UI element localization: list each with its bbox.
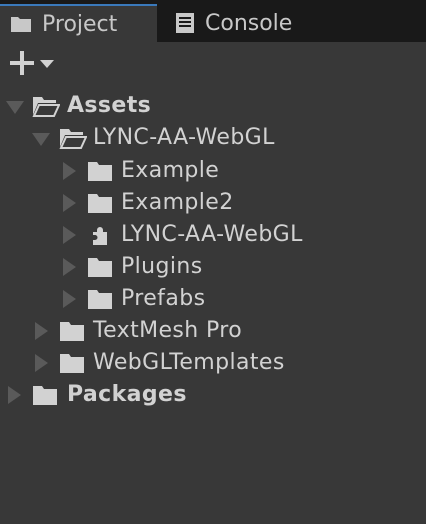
folder-icon	[87, 256, 113, 284]
collapsed-arrow-icon[interactable]	[63, 226, 76, 244]
open-folder-icon	[32, 95, 61, 123]
collapsed-arrow-icon[interactable]	[35, 354, 48, 372]
collapsed-arrow-icon[interactable]	[63, 162, 76, 180]
tab-project-label: Project	[42, 11, 118, 37]
create-button[interactable]	[8, 50, 60, 76]
folder-icon	[87, 192, 113, 220]
tree-item-packages[interactable]: Packages	[0, 379, 426, 411]
tree-item-label: LYNC-AA-WebGL	[121, 222, 303, 247]
tree-item-label: TextMesh Pro	[93, 318, 243, 343]
collapsed-arrow-icon[interactable]	[8, 386, 21, 404]
open-folder-icon	[59, 127, 88, 155]
chevron-down-icon	[40, 60, 54, 68]
folder-icon	[10, 15, 32, 33]
tab-console[interactable]: Console	[173, 4, 323, 42]
plus-icon	[10, 51, 34, 75]
folder-icon	[32, 384, 58, 412]
folder-icon	[59, 320, 85, 348]
tab-console-label: Console	[205, 10, 293, 36]
folder-icon	[59, 352, 85, 380]
puzzle-piece-icon	[90, 224, 110, 252]
tree-item-label: Example	[121, 158, 220, 183]
collapsed-arrow-icon[interactable]	[63, 290, 76, 308]
tree-item-label: Assets	[67, 93, 152, 118]
collapsed-arrow-icon[interactable]	[63, 258, 76, 276]
tree-item-textmesh-pro[interactable]: TextMesh Pro	[0, 315, 426, 347]
expand-arrow-icon[interactable]	[6, 101, 24, 114]
collapsed-arrow-icon[interactable]	[63, 194, 76, 212]
tree-item-lync-aa-webgl-folder[interactable]: LYNC-AA-WebGL	[0, 122, 426, 154]
folder-icon	[87, 160, 113, 188]
expand-arrow-icon[interactable]	[32, 133, 50, 146]
tree-item-prefabs[interactable]: Prefabs	[0, 283, 426, 315]
tree-item-lync-aa-webgl-assembly[interactable]: LYNC-AA-WebGL	[0, 219, 426, 251]
tree-item-label: LYNC-AA-WebGL	[93, 125, 275, 150]
folder-icon	[87, 288, 113, 316]
tree-item-assets[interactable]: Assets	[0, 90, 426, 122]
collapsed-arrow-icon[interactable]	[35, 322, 48, 340]
tree-item-label: Plugins	[121, 254, 203, 279]
tab-project[interactable]: Project	[0, 4, 157, 42]
tree-item-example[interactable]: Example	[0, 155, 426, 187]
tree-item-example2[interactable]: Example2	[0, 187, 426, 219]
tree-item-webgltemplates[interactable]: WebGLTemplates	[0, 347, 426, 379]
project-toolbar	[0, 42, 426, 82]
console-icon	[175, 12, 195, 34]
tab-bar: Project Console	[0, 0, 426, 42]
tree-item-label: WebGLTemplates	[93, 350, 285, 375]
tree-item-plugins[interactable]: Plugins	[0, 251, 426, 283]
tree-item-label: Packages	[67, 382, 187, 407]
tree-item-label: Prefabs	[121, 286, 206, 311]
tree-item-label: Example2	[121, 190, 234, 215]
